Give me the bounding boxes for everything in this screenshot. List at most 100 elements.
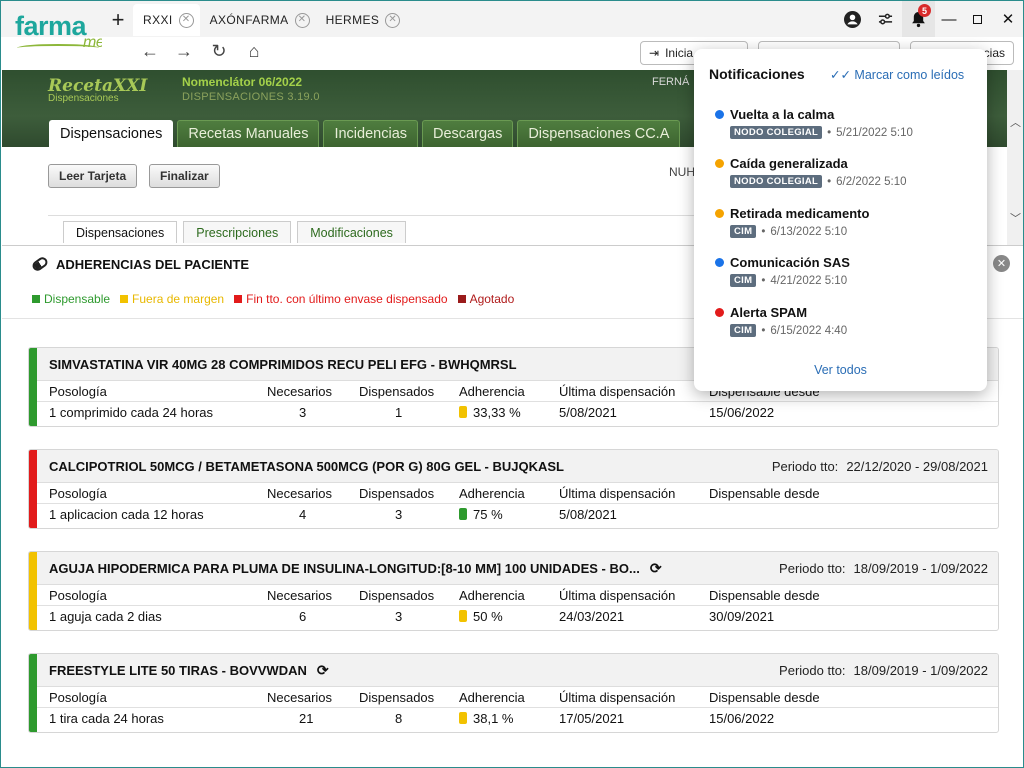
close-icon[interactable]: ✕ — [991, 1, 1023, 37]
col-ultima: Última dispensación — [559, 486, 676, 501]
maximize-icon[interactable] — [963, 1, 991, 37]
col-necesarios: Necesarios — [267, 384, 333, 399]
medication-name: CALCIPOTRIOL 50MCG / BETAMETASONA 500MCG… — [49, 458, 564, 474]
tab-hermes[interactable]: HERMES ✕ — [316, 4, 407, 36]
refresh-icon[interactable]: ⟳ — [650, 560, 662, 577]
tab-label: AXÓNFARMA — [209, 13, 289, 27]
finish-button[interactable]: Finalizar — [149, 164, 220, 188]
refresh-icon[interactable]: ⟳ — [317, 662, 329, 679]
scrollbar[interactable]: ︿ ﹀ — [1007, 70, 1023, 245]
scroll-down-icon[interactable]: ﹀ — [1010, 210, 1021, 226]
notification-item[interactable]: Alerta SPAM CIM • 6/15/2022 4:40 — [715, 305, 847, 337]
tab-rxxi[interactable]: RXXI ✕ — [133, 4, 200, 36]
periodo: Periodo tto: 18/09/2019 - 1/09/2022 — [779, 663, 988, 678]
notification-date: 6/15/2022 4:40 — [770, 324, 848, 337]
mark-read-link[interactable]: ✓✓ Marcar como leídos — [830, 67, 964, 82]
legend-item: Fin tto. con último envase dispensado — [234, 292, 448, 306]
receta-xxi-logo: RecetaXXI Dispensaciones — [48, 76, 147, 104]
reload-icon[interactable]: ↻ — [207, 41, 231, 62]
mark-read-label: Marcar como leídos — [854, 68, 965, 82]
dispensados-value: 8 — [395, 711, 403, 726]
periodo-label: Periodo tto: — [779, 561, 846, 576]
tab-descargas[interactable]: Descargas — [422, 120, 514, 147]
forward-icon[interactable]: → — [172, 41, 196, 62]
settings-sliders-icon[interactable] — [869, 1, 902, 37]
notification-item[interactable]: Comunicación SAS CIM • 4/21/2022 5:10 — [715, 255, 850, 287]
new-tab-button[interactable]: + — [103, 4, 133, 36]
legend-label: Fin tto. con último envase dispensado — [246, 292, 448, 306]
account-icon[interactable] — [836, 1, 869, 37]
periodo-label: Periodo tto: — [779, 663, 846, 678]
source-tag: CIM — [730, 324, 757, 337]
tab-incidencias[interactable]: Incidencias — [323, 120, 419, 147]
status-bar — [29, 450, 37, 528]
notifications-popup: Notificaciones ✓✓ Marcar como leídos Vue… — [694, 49, 987, 391]
subtab-modificaciones[interactable]: Modificaciones — [297, 221, 406, 243]
source-tag: CIM — [730, 274, 757, 287]
close-tab-icon[interactable]: ✕ — [385, 12, 401, 28]
divider — [48, 215, 708, 216]
legend-label: Agotado — [469, 292, 515, 306]
scroll-up-icon[interactable]: ︿ — [1010, 114, 1021, 130]
subtab-dispensaciones[interactable]: Dispensaciones — [63, 221, 178, 243]
back-icon[interactable]: ← — [138, 41, 162, 62]
close-tab-icon[interactable]: ✕ — [294, 12, 310, 28]
window-controls: 5 — ✕ — [836, 1, 1023, 37]
notification-item[interactable]: Retirada medicamento CIM • 6/13/2022 5:10 — [715, 206, 869, 238]
col-posologia: Posología — [49, 486, 107, 501]
tab-dispensaciones-cca[interactable]: Dispensaciones CC.A — [517, 120, 681, 147]
status-bar — [29, 348, 37, 426]
medication-card: CALCIPOTRIOL 50MCG / BETAMETASONA 500MCG… — [28, 449, 999, 529]
farmame-logo: farma me — [15, 13, 105, 51]
logo-swoosh — [17, 44, 99, 52]
legend-label: Dispensable — [44, 292, 111, 306]
desde-value: 15/06/2022 — [709, 711, 775, 726]
read-card-button[interactable]: Leer Tarjeta — [48, 164, 138, 188]
notifications-button[interactable]: 5 — [902, 1, 935, 37]
notification-date: 5/21/2022 5:10 — [836, 126, 913, 139]
tab-label: HERMES — [325, 13, 380, 27]
col-posologia: Posología — [49, 384, 107, 399]
col-necesarios: Necesarios — [267, 486, 333, 501]
ultima-value: 5/08/2021 — [559, 507, 617, 522]
tab-label: RXXI — [143, 13, 173, 27]
subtab-prescripciones[interactable]: Prescripciones — [183, 221, 292, 243]
legend-swatch — [457, 295, 466, 303]
source-tag: NODO COLEGIAL — [730, 175, 823, 188]
dispensados-value: 1 — [395, 405, 403, 420]
close-panel-icon[interactable]: ✕ — [993, 255, 1010, 272]
col-dispensados: Dispensados — [359, 486, 435, 501]
see-all-link[interactable]: Ver todos — [694, 363, 987, 377]
notification-title: Retirada medicamento — [730, 206, 870, 221]
col-posologia: Posología — [49, 690, 107, 705]
col-desde: Dispensable desde — [709, 486, 820, 501]
adherencia-text: 38,1 % — [473, 711, 514, 726]
home-icon[interactable]: ⌂ — [242, 41, 266, 62]
notification-date: 6/2/2022 5:10 — [836, 175, 907, 188]
notification-title: Caída generalizada — [730, 156, 848, 171]
pill-icon — [30, 255, 50, 273]
col-dispensados: Dispensados — [359, 690, 435, 705]
legend-item: Agotado — [457, 292, 515, 306]
minimize-icon[interactable]: — — [935, 1, 963, 37]
close-tab-icon[interactable]: ✕ — [178, 12, 194, 28]
legend-swatch — [32, 295, 40, 303]
status-dot — [715, 308, 724, 317]
notification-item[interactable]: Vuelta a la calma NODO COLEGIAL • 5/21/202… — [715, 107, 913, 139]
necesarios-value: 3 — [299, 405, 307, 420]
status-dot — [715, 110, 724, 119]
notification-item[interactable]: Caída generalizada NODO COLEGIAL • 6/2/202… — [715, 156, 907, 188]
tab-dispensaciones[interactable]: Dispensaciones — [49, 120, 174, 147]
col-dispensados: Dispensados — [359, 384, 435, 399]
col-desde: Dispensable desde — [709, 690, 820, 705]
notification-count-badge: 5 — [918, 4, 931, 17]
tab-axonfarma[interactable]: AXÓNFARMA ✕ — [200, 4, 316, 36]
tab-recetas-manuales[interactable]: Recetas Manuales — [177, 120, 320, 147]
legend-swatch — [234, 295, 243, 303]
adherencia-text: 50 % — [473, 609, 503, 624]
legend-label: Fuera de margen — [132, 292, 225, 306]
necesarios-value: 6 — [299, 609, 307, 624]
col-adherencia: Adherencia — [459, 690, 525, 705]
medication-card: FREESTYLE LITE 50 TIRAS - BOVVWDAN ⟳ Peri… — [28, 653, 999, 733]
col-adherencia: Adherencia — [459, 384, 525, 399]
